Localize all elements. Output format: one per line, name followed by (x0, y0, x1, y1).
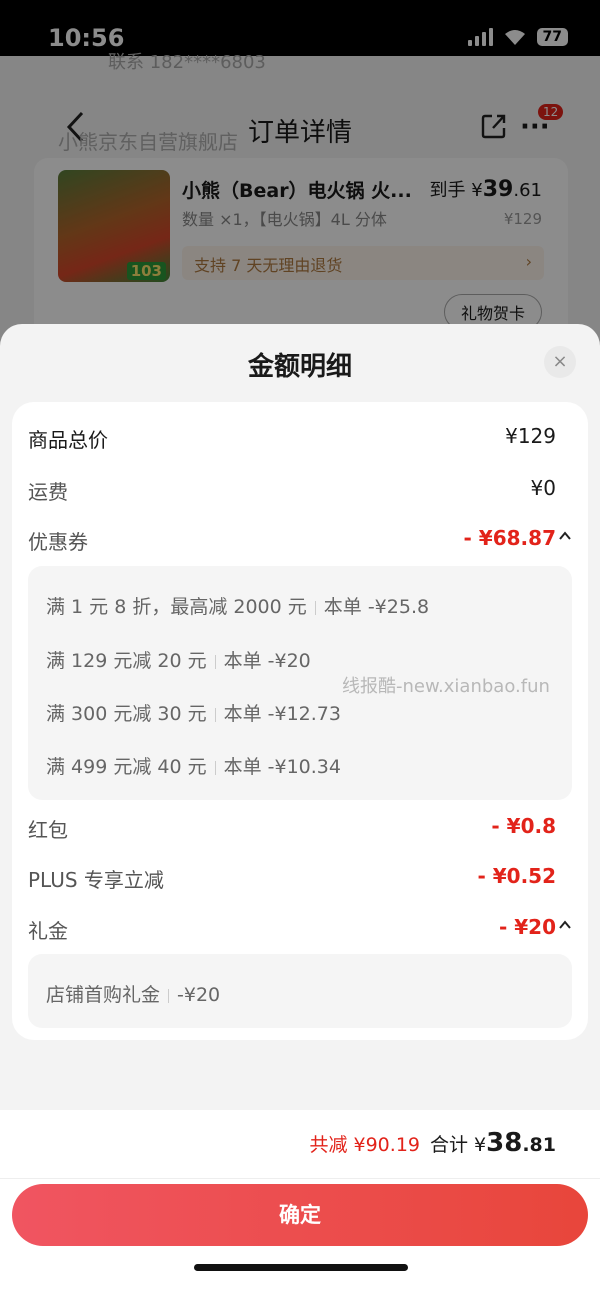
coupon-item: 满 499 元减 40 元本单 -¥10.34 (46, 756, 341, 778)
totals-summary: 共减 ¥90.19 合计 ¥38.81 (309, 1128, 556, 1158)
confirm-button[interactable]: 确定 (12, 1184, 588, 1246)
row-label: 红包 (28, 818, 68, 842)
chevron-up-icon[interactable] (558, 919, 572, 931)
row-shipping: 运费 ¥0 (28, 476, 572, 506)
total-saved: 共减 ¥90.19 (309, 1134, 420, 1156)
home-indicator (194, 1264, 408, 1271)
row-label: 商品总价 (28, 428, 108, 452)
divider (0, 1178, 600, 1179)
gift-money-item: 店铺首购礼金 -¥20 (46, 984, 221, 1006)
watermark-text: 线报酷-new.xianbao.fun (342, 676, 550, 697)
gift-money-detail-box: 店铺首购礼金 -¥20 (28, 954, 572, 1028)
amount-detail-sheet: 金额明细 × 商品总价 ¥129 运费 ¥0 优惠券 - ¥68.87 满 1 … (0, 324, 600, 1298)
chevron-up-icon[interactable] (558, 530, 572, 542)
row-value: - ¥20 (498, 915, 556, 939)
sheet-footer: 共减 ¥90.19 合计 ¥38.81 确定 (0, 1110, 600, 1298)
close-icon[interactable]: × (544, 346, 576, 378)
row-label: PLUS 专享立减 (28, 868, 164, 892)
coupon-item: 满 300 元减 30 元本单 -¥12.73 (46, 703, 341, 725)
row-value: - ¥0.52 (477, 864, 556, 888)
row-coupon[interactable]: 优惠券 - ¥68.87 (28, 526, 572, 556)
coupon-item: 满 129 元减 20 元本单 -¥20 (46, 650, 311, 672)
row-value: - ¥0.8 (491, 814, 556, 838)
row-total-price: 商品总价 ¥129 (28, 424, 572, 454)
row-label: 优惠券 (28, 530, 88, 554)
row-value: - ¥68.87 (463, 526, 556, 550)
amount-detail-card: 商品总价 ¥129 运费 ¥0 优惠券 - ¥68.87 满 1 元 8 折，最… (12, 402, 588, 1040)
total-dec: .81 (522, 1134, 556, 1156)
coupon-item: 满 1 元 8 折，最高减 2000 元本单 -¥25.8 (46, 596, 430, 618)
total-int: 38 (486, 1128, 523, 1158)
row-value: ¥129 (505, 424, 556, 448)
row-plus-discount: PLUS 专享立减 - ¥0.52 (28, 864, 572, 894)
row-label: 礼金 (28, 919, 68, 943)
total-label: 合计 ¥ (430, 1134, 487, 1156)
sheet-title: 金额明细 (247, 352, 352, 382)
row-gift-money[interactable]: 礼金 - ¥20 (28, 915, 572, 945)
row-label: 运费 (28, 480, 68, 504)
row-value: ¥0 (530, 476, 556, 500)
row-red-packet: 红包 - ¥0.8 (28, 814, 572, 844)
